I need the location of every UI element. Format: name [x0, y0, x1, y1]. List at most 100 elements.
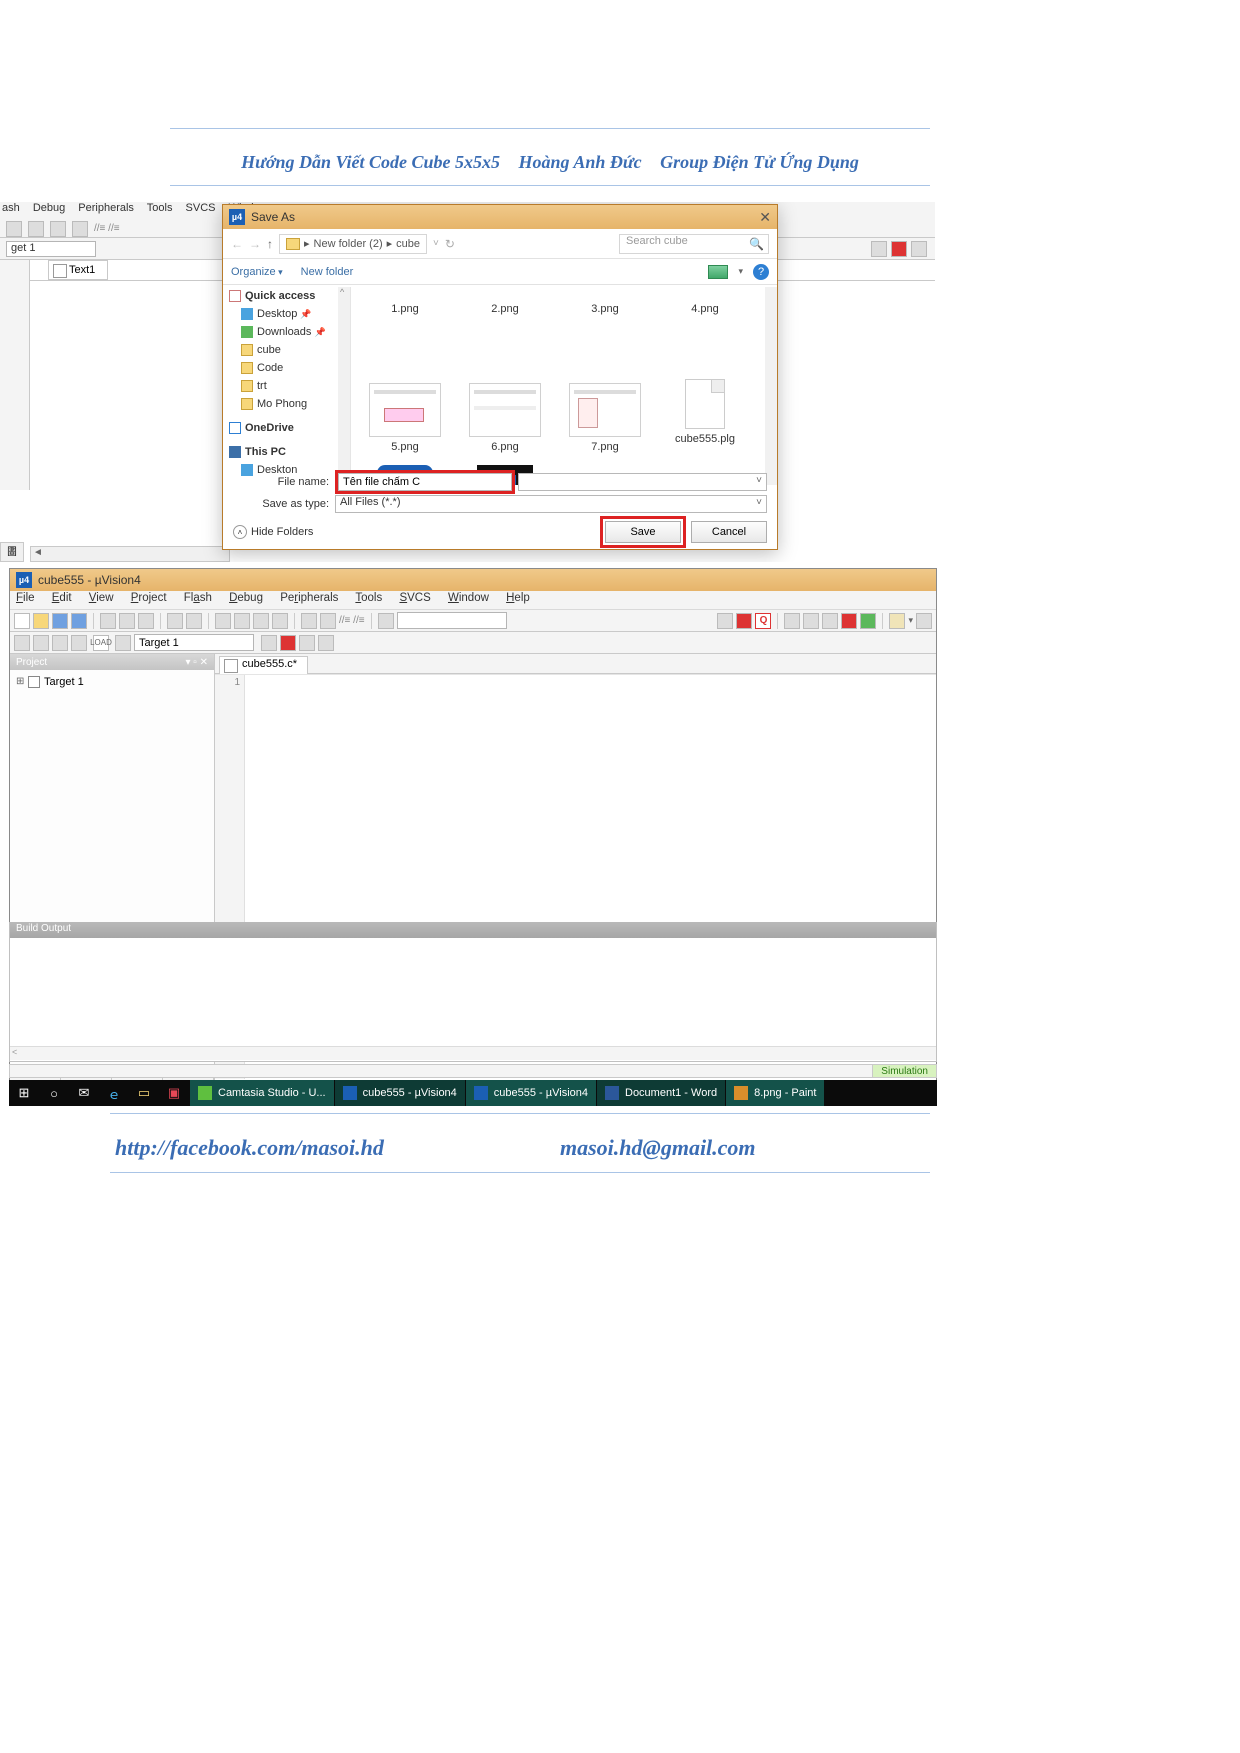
file-item[interactable]: 1.png — [355, 293, 455, 379]
toolbar-icon[interactable] — [784, 613, 800, 629]
footer-facebook-link[interactable]: http://facebook.com/masoi.hd — [115, 1135, 384, 1161]
target-combo[interactable]: get 1 — [6, 241, 96, 257]
save-all-icon[interactable] — [71, 613, 87, 629]
menu-flash[interactable]: Flash — [184, 592, 212, 604]
toolbar-icon[interactable] — [318, 635, 334, 651]
taskbar-word[interactable]: Document1 - Word — [596, 1080, 725, 1106]
toolbar-icon[interactable] — [6, 221, 22, 237]
toolbar-icon[interactable] — [299, 635, 315, 651]
redo-icon[interactable] — [186, 613, 202, 629]
tree-desktop[interactable]: Desktop 📌 — [223, 305, 350, 323]
forward-icon[interactable]: → — [249, 237, 261, 251]
indent-icon[interactable] — [301, 613, 317, 629]
cut-icon[interactable] — [100, 613, 116, 629]
toolbar-icon[interactable] — [822, 613, 838, 629]
file-item[interactable]: 4.png — [655, 293, 755, 379]
saveastype-select[interactable]: All Files (*.*)˅ — [335, 495, 767, 513]
open-icon[interactable] — [33, 613, 49, 629]
menu-view[interactable]: View — [89, 592, 114, 604]
file-item[interactable]: 7.png — [555, 379, 655, 465]
dropdown-icon[interactable]: ▾ — [738, 266, 743, 277]
project-pane-header[interactable]: Project ▾ ▫ ✕ — [10, 654, 214, 670]
undo-icon[interactable] — [167, 613, 183, 629]
taskbar-paint[interactable]: 8.png - Paint — [725, 1080, 824, 1106]
build-output-scrollbar[interactable] — [10, 1046, 936, 1060]
menu-item[interactable]: Tools — [147, 202, 173, 214]
menu-window[interactable]: Window — [448, 592, 489, 604]
refresh-icon[interactable]: ↻ — [445, 237, 455, 251]
filename-input[interactable] — [338, 473, 512, 491]
toolbar-icon[interactable] — [253, 613, 269, 629]
toolbar-icon[interactable] — [736, 613, 752, 629]
menu-project[interactable]: Project — [131, 592, 167, 604]
dropdown-icon[interactable]: ˅ — [756, 475, 762, 486]
toolbar-icon[interactable] — [234, 613, 250, 629]
toolbar-icon[interactable] — [115, 635, 131, 651]
file-item[interactable]: 3.png — [555, 293, 655, 379]
toolbar-icon[interactable] — [889, 613, 905, 629]
start-button[interactable]: ⊞ — [9, 1080, 39, 1106]
toolbar-icon[interactable] — [72, 221, 88, 237]
toolbar-icon[interactable] — [71, 635, 87, 651]
build-icon[interactable] — [14, 635, 30, 651]
toolbar-icon[interactable] — [841, 613, 857, 629]
copy-icon[interactable] — [119, 613, 135, 629]
taskbar-uvision-1[interactable]: cube555 - µVision4 — [334, 1080, 465, 1106]
menu-tools[interactable]: Tools — [355, 592, 382, 604]
close-icon[interactable]: ✕ — [759, 209, 771, 226]
tree-thispc[interactable]: This PC — [223, 443, 350, 461]
cortana-icon[interactable]: ○ — [39, 1080, 69, 1106]
address-bar[interactable]: ▸ New folder (2) ▸ cube — [279, 234, 427, 254]
target-combo[interactable]: Target 1 — [134, 634, 254, 651]
file-item[interactable]: 5.png — [355, 379, 455, 465]
pane-tab-icon[interactable]: 圕 — [0, 542, 24, 562]
menu-file[interactable]: FFileile — [16, 592, 35, 604]
toolbar-icon[interactable] — [911, 241, 927, 257]
build-output-body[interactable] — [10, 938, 936, 1046]
horizontal-scrollbar[interactable] — [30, 546, 230, 562]
tree-code[interactable]: Code — [223, 359, 350, 377]
toolbar-icon[interactable] — [871, 241, 887, 257]
path-seg[interactable]: cube — [396, 238, 420, 250]
file-item[interactable]: 2.png — [455, 293, 555, 379]
new-folder-button[interactable]: New folder — [301, 266, 354, 278]
tree-onedrive[interactable]: OneDrive — [223, 419, 350, 437]
window-titlebar[interactable]: µ4 cube555 - µVision4 — [10, 569, 936, 591]
file-scrollbar[interactable] — [765, 287, 777, 485]
menu-svcs[interactable]: SVCS — [399, 592, 430, 604]
menu-edit[interactable]: Edit — [52, 592, 72, 604]
find-combo[interactable] — [397, 612, 507, 629]
tree-trt[interactable]: trt — [223, 377, 350, 395]
save-icon[interactable] — [52, 613, 68, 629]
menu-item[interactable]: Peripherals — [78, 202, 134, 214]
mail-icon[interactable]: ✉ — [69, 1080, 99, 1106]
menu-item[interactable]: Debug — [33, 202, 65, 214]
menu-item[interactable]: SVCS — [186, 202, 216, 214]
file-list[interactable]: 1.png 2.png 3.png 4.png 5.png 6.png 7.pn… — [351, 287, 777, 485]
editor-tab-cube555c[interactable]: cube555.c* — [219, 656, 308, 674]
dropdown-icon[interactable]: ˅ — [433, 238, 439, 249]
load-icon[interactable]: LOAD — [93, 635, 109, 651]
editor-tab-text1[interactable]: Text1 — [48, 260, 108, 280]
pane-controls[interactable]: ▾ ▫ ✕ — [186, 657, 209, 668]
toolbar-icon[interactable] — [215, 613, 231, 629]
folder-tree[interactable]: Quick access Desktop 📌 Downloads 📌 cube … — [223, 287, 351, 485]
up-icon[interactable]: ↑ — [267, 237, 273, 251]
options-icon[interactable] — [280, 635, 296, 651]
menu-peripherals[interactable]: Peripherals — [280, 592, 338, 604]
footer-email-link[interactable]: masoi.hd@gmail.com — [560, 1135, 756, 1161]
tree-cube[interactable]: cube — [223, 341, 350, 359]
hide-folders-button[interactable]: ˄Hide Folders — [233, 525, 313, 539]
search-input[interactable]: Search cube 🔍 — [619, 234, 769, 254]
build-output-header[interactable]: Build Output — [10, 922, 936, 938]
cancel-button[interactable]: Cancel — [691, 521, 767, 543]
back-icon[interactable]: ← — [231, 237, 243, 251]
menu-help[interactable]: Help — [506, 592, 530, 604]
tree-quick-access[interactable]: Quick access — [223, 287, 350, 305]
new-icon[interactable] — [14, 613, 30, 629]
file-item[interactable]: cube555.plg — [655, 379, 755, 465]
explorer-icon[interactable]: ▭ — [129, 1080, 159, 1106]
taskbar-camtasia[interactable]: Camtasia Studio - U... — [189, 1080, 334, 1106]
project-root-node[interactable]: Target 1 — [14, 674, 210, 690]
toolbar-icon[interactable] — [891, 241, 907, 257]
